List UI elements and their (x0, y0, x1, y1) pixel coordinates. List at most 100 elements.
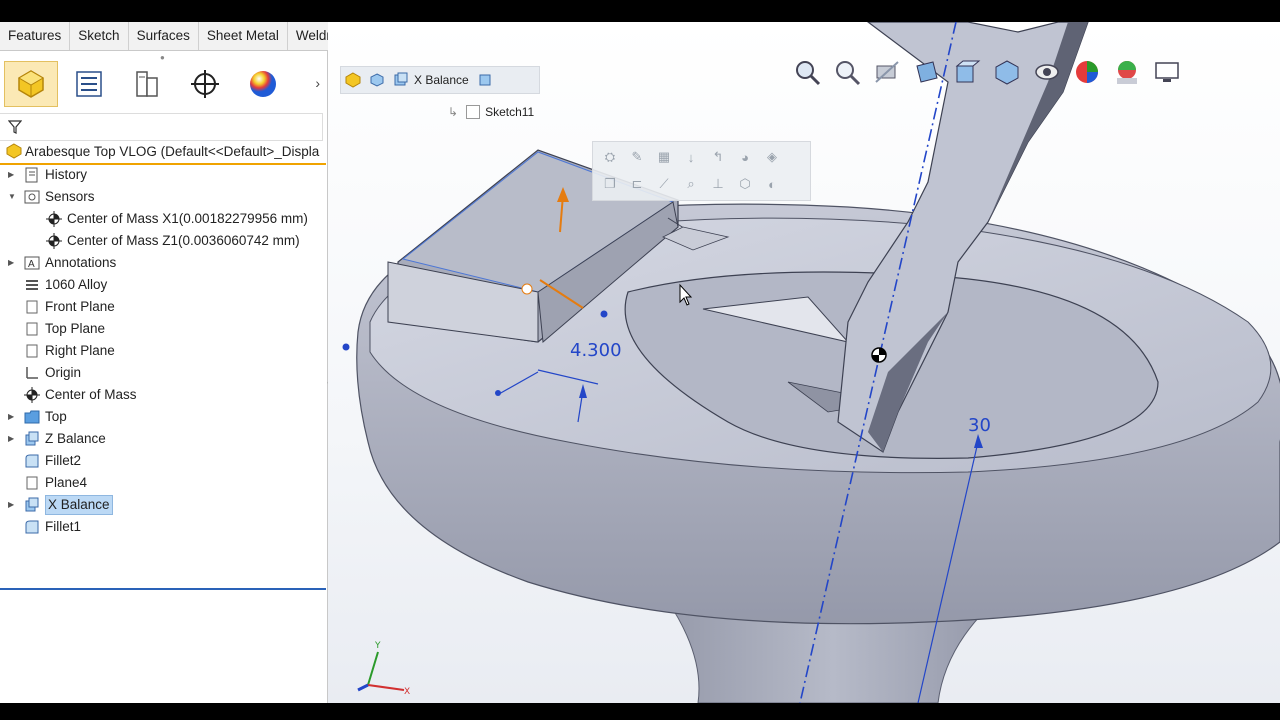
tree-item-center-of-mass-z1-0-0036060742-mm[interactable]: Center of Mass Z1(0.0036060742 mm) (0, 230, 326, 252)
sketch-icon[interactable]: ▦ (653, 146, 675, 168)
breadcrumb-sketch-label: Sketch11 (485, 105, 535, 119)
history-icon (24, 167, 40, 183)
tree-item-front-plane[interactable]: Front Plane (0, 296, 326, 318)
display-style-icon[interactable] (990, 55, 1024, 89)
fillet-icon (24, 519, 40, 535)
tree-item-annotations[interactable]: ▶ A Annotations (0, 252, 326, 274)
tree-item-history[interactable]: ▶ History (0, 164, 326, 186)
breadcrumb: X Balance (340, 66, 540, 94)
dimxpert-tab[interactable] (178, 61, 232, 107)
zoom-selection-icon[interactable]: ⌕ (680, 173, 702, 195)
tab-features[interactable]: Features (0, 22, 71, 50)
tree-item-label: 1060 Alloy (45, 277, 108, 292)
tree-item-top-plane[interactable]: Top Plane (0, 318, 326, 340)
tree-filter[interactable] (0, 113, 323, 141)
tree-item-origin[interactable]: Origin (0, 362, 326, 384)
tree-root-part[interactable]: Arabesque Top VLOG (Default<<Default>_Di… (0, 141, 326, 165)
normal-icon[interactable]: ⊥ (707, 173, 729, 195)
context-toolbar: ⛭ ✎ ▦ ↓ ↰ ◕ ◈ ❐ ⊏ ⟋ ⌕ ⊥ ⬡ ◐ (592, 141, 811, 201)
view-settings-icon[interactable] (1150, 55, 1184, 89)
view-orientation-icon[interactable] (950, 55, 984, 89)
tree-item-center-of-mass[interactable]: Center of Mass (0, 384, 326, 406)
feature-manager-panel: ● › Arabesque Top VLOG (Default<<Default… (0, 51, 328, 703)
tree-item-top[interactable]: ▶ Top (0, 406, 326, 428)
breadcrumb-body[interactable] (365, 72, 389, 88)
tree-item-label: Fillet1 (45, 519, 82, 534)
undo-icon[interactable]: ↰ (707, 146, 729, 168)
annotations-icon: A (24, 255, 40, 271)
breadcrumb-part[interactable] (341, 72, 365, 88)
appearance-icon[interactable]: ◕ (734, 146, 756, 168)
tree-item-z-balance[interactable]: ▶ Z Balance (0, 428, 326, 450)
sketch-icon (466, 105, 481, 119)
zoom-to-fit-icon[interactable] (790, 55, 824, 89)
display-style-icon[interactable]: ◈ (761, 146, 783, 168)
part-icon (6, 143, 22, 163)
folder-icon (24, 409, 40, 425)
edit-feature-icon[interactable]: ⛭ (599, 146, 621, 168)
window-top-bar (0, 0, 1280, 22)
previous-view-icon[interactable] (870, 55, 904, 89)
tree-root-label: Arabesque Top VLOG (Default<<Default>_Di… (25, 144, 320, 159)
expand-arrow-icon[interactable]: ▶ (8, 494, 14, 516)
graphics-viewport[interactable]: Y X (328, 22, 1280, 703)
breadcrumb-face[interactable] (473, 72, 497, 88)
tree-item-fillet1[interactable]: Fillet1 (0, 516, 326, 538)
apply-scene-icon[interactable] (1110, 55, 1144, 89)
center-of-mass-icon (24, 387, 40, 403)
zoom-to-area-icon[interactable] (830, 55, 864, 89)
property-manager-icon (76, 71, 102, 97)
center-of-mass-icon (46, 233, 62, 249)
tab-sketch[interactable]: Sketch (70, 22, 129, 50)
rollback-icon[interactable]: ↓ (680, 146, 702, 168)
expand-arrow-icon[interactable]: ▶ (8, 406, 14, 428)
display-manager-tab[interactable] (236, 61, 290, 107)
tree-item-label: Sensors (45, 189, 95, 204)
collapse-arrow-icon[interactable]: ▼ (8, 186, 16, 208)
normal-to-icon[interactable]: ⊏ (626, 173, 648, 195)
property-manager-tab[interactable] (62, 61, 116, 107)
tab-surfaces[interactable]: Surfaces (129, 22, 199, 50)
tree-item-x-balance[interactable]: ▶ X Balance (0, 494, 326, 516)
breadcrumb-feature[interactable]: X Balance (389, 72, 473, 88)
feature-tree: ▶ History ▼ Sensors Center of Mass X1(0.0018… (0, 164, 326, 538)
tab-sheet-metal[interactable]: Sheet Metal (199, 22, 288, 50)
model-view[interactable]: Y X (328, 22, 1280, 703)
dimension-30[interactable]: 30 (968, 415, 991, 436)
expand-arrow-icon[interactable]: ▶ (8, 252, 14, 274)
view-icon[interactable]: ⬡ (734, 173, 756, 195)
tree-item-fillet2[interactable]: Fillet2 (0, 450, 326, 472)
feature-manager-tab[interactable] (4, 61, 58, 107)
chevron-right-icon[interactable]: › (315, 75, 320, 91)
tree-item-label: Fillet2 (45, 453, 82, 468)
edit-appearance-icon[interactable] (1070, 55, 1104, 89)
dimension-4300[interactable]: 4.300 (570, 340, 622, 361)
rollback-bar[interactable] (0, 588, 326, 590)
tree-item-sensors[interactable]: ▼ Sensors (0, 186, 326, 208)
feature-icon (24, 497, 40, 513)
expand-arrow-icon[interactable]: ▶ (8, 428, 14, 450)
tree-item-1060-alloy[interactable]: 1060 Alloy (0, 274, 326, 296)
tree-item-label: Top (45, 409, 67, 424)
tree-item-plane4[interactable]: Plane4 (0, 472, 326, 494)
section-icon[interactable]: ◐ (761, 173, 783, 195)
tree-item-label: Center of Mass X1(0.00182279956 mm) (67, 211, 308, 226)
copy-icon[interactable]: ❐ (599, 173, 621, 195)
edit-sketch-icon[interactable]: ✎ (626, 146, 648, 168)
section-view-icon[interactable] (910, 55, 944, 89)
feature-manager-icon (18, 70, 44, 98)
hide-show-items-icon[interactable] (1030, 55, 1064, 89)
feature-icon (24, 431, 40, 447)
tree-item-right-plane[interactable]: Right Plane (0, 340, 326, 362)
material-icon (24, 277, 40, 293)
breadcrumb-sketch[interactable]: ↳ Sketch11 (448, 101, 534, 123)
heads-up-view-toolbar (790, 52, 1190, 92)
display-manager-icon (250, 71, 276, 97)
tree-item-center-of-mass-x1-0-00182279956-mm[interactable]: Center of Mass X1(0.00182279956 mm) (0, 208, 326, 230)
tree-item-label: Front Plane (45, 299, 115, 314)
hide-icon[interactable]: ⟋ (653, 173, 675, 195)
tree-item-label: History (45, 167, 88, 182)
tree-item-label: X Balance (45, 495, 113, 515)
expand-arrow-icon[interactable]: ▶ (8, 164, 14, 186)
configuration-manager-tab[interactable] (120, 61, 174, 107)
